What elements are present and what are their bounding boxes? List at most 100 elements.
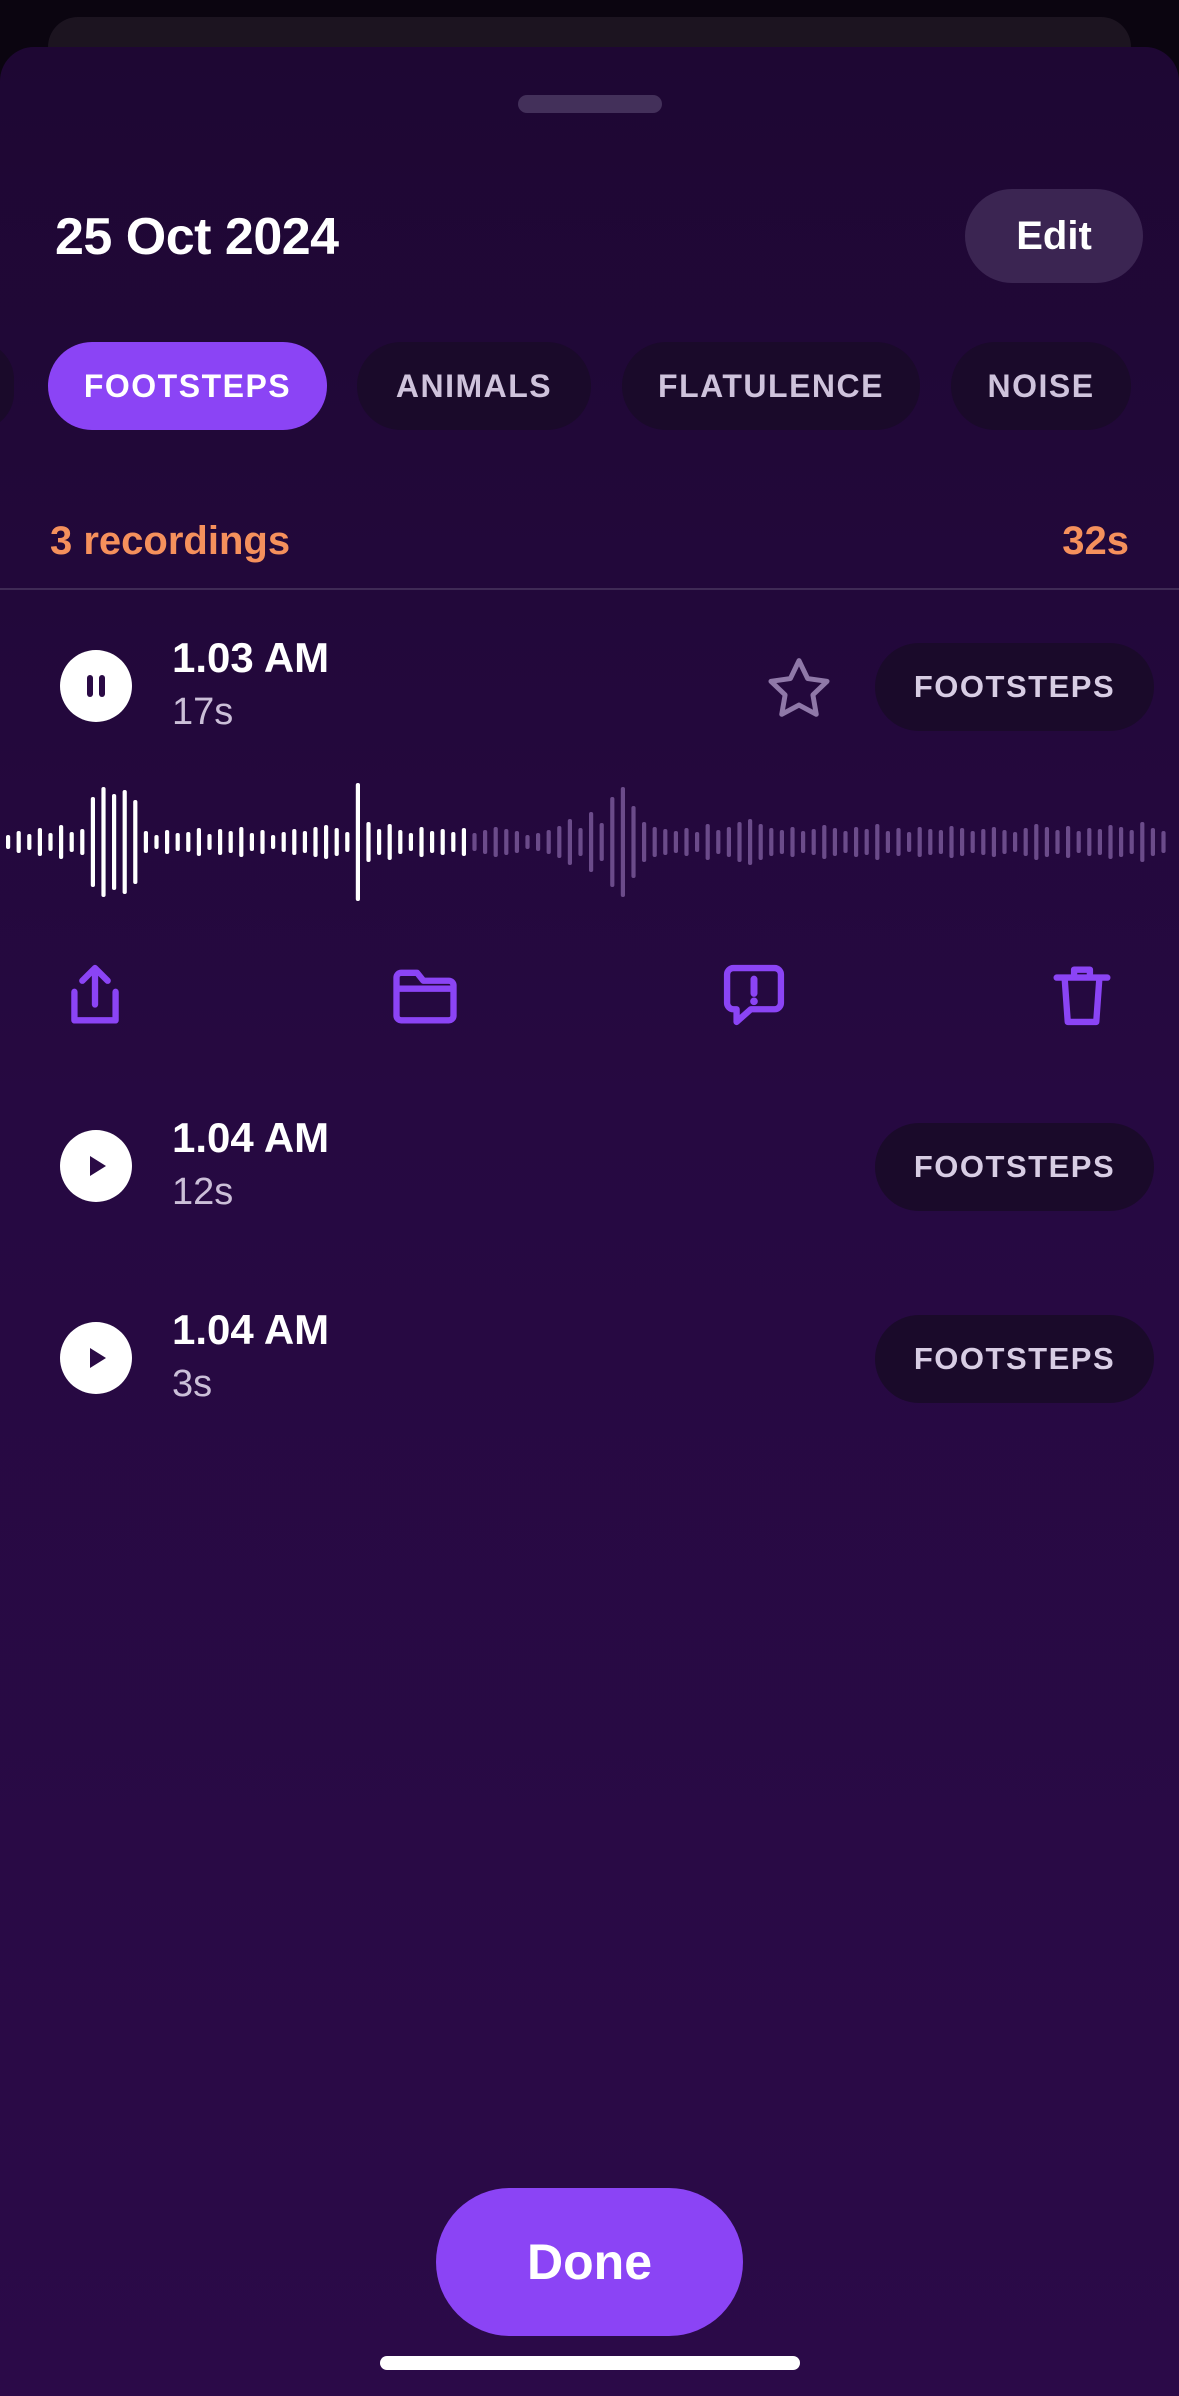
- category-chip-noise[interactable]: NOISE: [951, 342, 1131, 430]
- recording-time: 1.04 AM: [172, 1114, 330, 1161]
- waveform-bar: [599, 823, 604, 861]
- waveform-bar: [991, 827, 996, 857]
- recording-row-3[interactable]: 1.04 AM 3s FOOTSTEPS: [0, 1289, 1179, 1419]
- sheet-grabber[interactable]: [518, 95, 662, 113]
- waveform-bar: [292, 829, 297, 855]
- waveform-bar: [1140, 822, 1145, 862]
- waveform-bar: [631, 806, 636, 878]
- recording-tag[interactable]: FOOTSTEPS: [875, 1315, 1154, 1403]
- waveform-bar: [663, 829, 668, 855]
- waveform-bar: [218, 829, 223, 855]
- waveform-bar: [80, 829, 85, 855]
- waveform-bar: [387, 824, 392, 860]
- waveform-bar: [6, 835, 11, 849]
- screen: 25 Oct 2024 Edit FOOTSTEPS ANIMALS FLATU…: [0, 0, 1179, 2396]
- waveform-bar: [514, 831, 519, 853]
- waveform-bar: [101, 787, 106, 897]
- waveform-bar: [578, 828, 583, 856]
- play-icon: [90, 1156, 106, 1176]
- waveform-bar: [165, 830, 170, 854]
- waveform-bar: [419, 827, 424, 857]
- recording-tag[interactable]: FOOTSTEPS: [875, 643, 1154, 731]
- report-icon[interactable]: [716, 957, 792, 1033]
- waveform-bar: [1044, 827, 1049, 857]
- waveform-bar: [938, 830, 943, 854]
- waveform-bar: [1023, 828, 1028, 856]
- waveform-bar: [1097, 829, 1102, 855]
- waveform-bar: [684, 828, 689, 856]
- recording-time: 1.04 AM: [172, 1306, 330, 1353]
- waveform-bar: [249, 833, 254, 851]
- waveform-bar: [451, 832, 456, 852]
- edit-button[interactable]: Edit: [965, 189, 1143, 283]
- category-chip-footsteps[interactable]: FOOTSTEPS: [48, 342, 327, 430]
- pause-button[interactable]: [60, 650, 132, 722]
- waveform-bar: [1119, 827, 1124, 857]
- waveform-bar: [461, 828, 466, 856]
- waveform-bar: [567, 819, 572, 865]
- waveform-bar: [143, 831, 148, 853]
- category-chip-partial[interactable]: [0, 342, 14, 430]
- waveform-bar: [949, 826, 954, 858]
- share-icon[interactable]: [57, 957, 133, 1033]
- waveform-bar: [832, 828, 837, 856]
- done-button[interactable]: Done: [436, 2188, 743, 2336]
- category-chip-flatulence[interactable]: FLATULENCE: [622, 342, 920, 430]
- play-icon: [90, 1348, 106, 1368]
- waveform-bar: [716, 830, 721, 854]
- waveform-bar: [48, 833, 53, 851]
- waveform-bar: [896, 828, 901, 856]
- category-chip-animals[interactable]: ANIMALS: [357, 342, 591, 430]
- recording-row-1[interactable]: 1.03 AM 17s FOOTSTEPS: [0, 617, 1179, 747]
- waveform-bar: [875, 824, 880, 860]
- waveform-bar: [366, 822, 371, 862]
- waveform-bar: [726, 827, 731, 857]
- waveform-bar: [196, 828, 201, 856]
- waveform-bar: [154, 835, 159, 849]
- pause-icon: [87, 675, 105, 697]
- waveform-bar: [16, 831, 21, 853]
- waveform-bar: [1150, 828, 1155, 856]
- waveform-bar: [377, 829, 382, 855]
- waveform-bar: [69, 832, 74, 852]
- sheet-title: 25 Oct 2024: [55, 208, 339, 266]
- folder-icon[interactable]: [387, 957, 463, 1033]
- waveform-bar: [1161, 831, 1166, 853]
- waveform-bar: [546, 830, 551, 854]
- waveform-bar: [642, 822, 647, 862]
- recording-row-2[interactable]: 1.04 AM 12s FOOTSTEPS: [0, 1097, 1179, 1227]
- waveform-bar: [822, 825, 827, 859]
- waveform-bar: [557, 826, 562, 858]
- play-button[interactable]: [60, 1130, 132, 1202]
- waveform-bar: [1002, 830, 1007, 854]
- waveform-bar: [504, 829, 509, 855]
- waveform-bar: [610, 797, 615, 887]
- waveform-bar: [472, 833, 477, 851]
- waveform-bar: [1013, 832, 1018, 852]
- recordings-sheet: 25 Oct 2024 Edit FOOTSTEPS ANIMALS FLATU…: [0, 47, 1179, 2396]
- waveform-bar: [281, 832, 286, 852]
- waveform-bar: [536, 833, 541, 851]
- waveform-bar: [864, 829, 869, 855]
- waveform-bar: [1055, 830, 1060, 854]
- waveform-bar: [313, 827, 318, 857]
- waveform-bar: [112, 794, 117, 890]
- play-button[interactable]: [60, 1322, 132, 1394]
- trash-icon[interactable]: [1044, 957, 1120, 1033]
- recording-tag[interactable]: FOOTSTEPS: [875, 1123, 1154, 1211]
- waveform-bar: [239, 827, 244, 857]
- waveform-bar: [37, 828, 42, 856]
- total-duration: 32s: [1062, 519, 1129, 563]
- star-icon[interactable]: [762, 652, 836, 726]
- waveform-bar: [737, 822, 742, 862]
- waveform-bar: [27, 834, 32, 850]
- waveform[interactable]: [0, 777, 1179, 907]
- waveform-bar: [525, 835, 530, 849]
- waveform-bar: [228, 831, 233, 853]
- waveform-bar: [302, 831, 307, 853]
- waveform-bar: [1034, 824, 1039, 860]
- waveform-bar: [430, 831, 435, 853]
- waveform-bar: [1129, 830, 1134, 854]
- waveform-bar: [133, 800, 138, 884]
- waveform-bar: [440, 829, 445, 855]
